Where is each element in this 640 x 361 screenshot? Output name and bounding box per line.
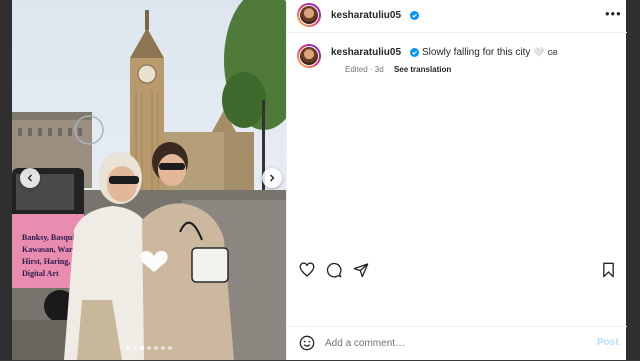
chevron-left-icon: [27, 174, 32, 182]
heart-icon[interactable]: [299, 262, 315, 278]
caption-text: Slowly falling for this city 🤍 GB: [422, 47, 558, 58]
carousel-dot: [147, 346, 151, 350]
caption-body: Slowly falling for this city: [422, 47, 531, 58]
more-dots-icon[interactable]: •••: [605, 7, 622, 20]
caption-emoji: 🤍: [533, 47, 545, 57]
post-details-panel: kesharatuliu05 ••• kesharatuliu05 Slowly…: [286, 0, 627, 360]
verified-badge-icon: [410, 48, 419, 57]
carousel-dot: [154, 346, 158, 350]
action-bar: [287, 255, 627, 285]
caption-tag: GB: [547, 50, 558, 57]
caption-username[interactable]: kesharatuliu05: [331, 47, 401, 58]
bookmark-icon[interactable]: [601, 262, 616, 278]
carousel-indicator: [12, 346, 286, 350]
post-modal: Banksy, Basquiat, Kawasan, Warhol, Hirst…: [12, 0, 627, 360]
carousel-dot: [126, 346, 130, 350]
backdrop-left: [0, 0, 12, 360]
edited-label: Edited: [345, 65, 368, 74]
carousel-dot: [168, 346, 172, 350]
post-comment-button[interactable]: Post: [597, 337, 619, 348]
paper-plane-icon[interactable]: [353, 262, 369, 278]
carousel-next-button[interactable]: [262, 168, 282, 188]
carousel-prev-button[interactable]: [20, 168, 40, 188]
carousel-dot: [140, 346, 144, 350]
carousel-dot: [133, 346, 137, 350]
post-age: 3d: [374, 65, 384, 74]
post-photo: Banksy, Basquiat, Kawasan, Warhol, Hirst…: [12, 0, 286, 360]
carousel-dot: [161, 346, 165, 350]
comment-bubble-icon[interactable]: [326, 262, 342, 278]
smiley-icon[interactable]: [299, 335, 315, 351]
see-translation-link[interactable]: See translation: [394, 65, 451, 74]
post-header: kesharatuliu05 •••: [287, 0, 627, 33]
comment-input[interactable]: [325, 335, 565, 351]
caption-avatar[interactable]: [297, 44, 321, 68]
taxi-sign-line-3: Hirst, Haring,: [22, 257, 70, 266]
backdrop-right: [626, 0, 640, 360]
author-avatar[interactable]: [297, 3, 321, 27]
comment-bar: Post: [287, 326, 627, 361]
caption-meta: Edited · 3d See translation: [345, 65, 452, 74]
header-username[interactable]: kesharatuliu05: [331, 10, 401, 21]
verified-badge-icon: [410, 11, 419, 20]
taxi-sign-line-4: Digital Art: [22, 269, 59, 278]
chevron-right-icon: [270, 174, 275, 182]
london-photo-illustration: Banksy, Basquiat, Kawasan, Warhol, Hirst…: [12, 0, 286, 360]
